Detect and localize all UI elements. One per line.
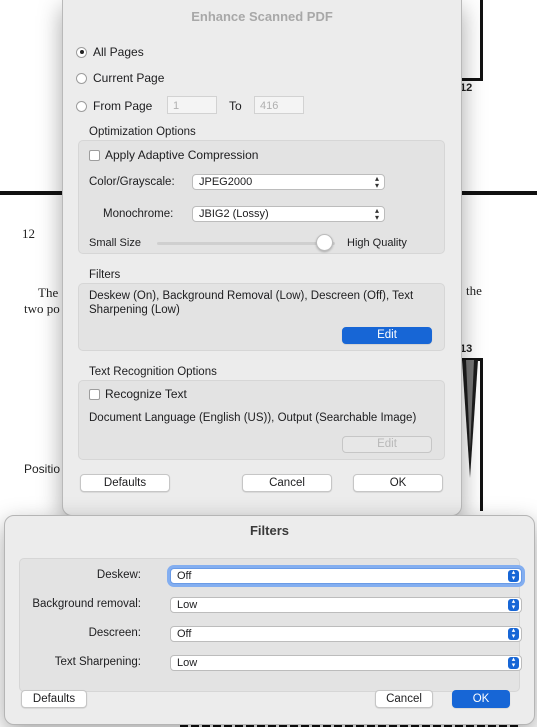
deskew-popup[interactable]: Off ▴ ▾ bbox=[170, 568, 522, 584]
filters-dialog-title: Filters bbox=[249, 523, 289, 538]
color-grayscale-value: JPEG2000 bbox=[199, 176, 253, 188]
quality-slider-track[interactable] bbox=[157, 242, 335, 245]
color-grayscale-label: Color/Grayscale: bbox=[89, 176, 175, 188]
color-grayscale-popup[interactable]: JPEG2000 ▴ ▾ bbox=[192, 174, 385, 190]
cancel-button[interactable]: Cancel bbox=[242, 474, 332, 492]
popup-arrows-icon: ▴ ▾ bbox=[374, 174, 379, 190]
doc-page-number-left: 12 bbox=[22, 226, 35, 241]
enhance-scanned-pdf-dialog: Enhance Scanned PDF All Pages Current Pa… bbox=[62, 0, 462, 516]
popup-arrows-icon: ▴ ▾ bbox=[374, 206, 379, 222]
filters-dialog: Filters Deskew: Off ▴ ▾ Background remova… bbox=[4, 515, 535, 725]
adaptive-compression-checkbox-row[interactable]: Apply Adaptive Compression bbox=[89, 148, 258, 162]
defaults-button[interactable]: Defaults bbox=[80, 474, 170, 492]
descreen-label: Descreen: bbox=[88, 627, 141, 639]
filters-cancel-button[interactable]: Cancel bbox=[375, 690, 433, 708]
filters-options-group: Deskew: Off ▴ ▾ Background removal: Low ▴… bbox=[19, 558, 522, 692]
radio-all-pages[interactable]: All Pages bbox=[76, 45, 144, 59]
optimization-group: Apply Adaptive Compression Color/Graysca… bbox=[78, 140, 445, 254]
from-page-input[interactable]: 1 bbox=[167, 96, 217, 114]
text-recognition-group: Recognize Text Document Language (Englis… bbox=[78, 380, 445, 460]
filters-group: Deskew (On), Background Removal (Low), D… bbox=[78, 283, 445, 351]
doc-text-the-right: the bbox=[466, 283, 482, 298]
ok-button[interactable]: OK bbox=[353, 474, 443, 492]
filters-section-label: Filters bbox=[89, 269, 121, 281]
descreen-value: Off bbox=[177, 628, 192, 640]
text-sharpening-value: Low bbox=[177, 657, 198, 669]
filters-defaults-button[interactable]: Defaults bbox=[21, 690, 87, 708]
recognize-text-checkbox-row[interactable]: Recognize Text bbox=[89, 387, 187, 401]
background-removal-value: Low bbox=[177, 599, 198, 611]
filters-edit-button[interactable]: Edit bbox=[342, 327, 432, 344]
quality-slider-knob[interactable] bbox=[316, 234, 333, 251]
radio-from-page[interactable]: From Page bbox=[76, 99, 152, 113]
popup-arrows-icon: ▴ ▾ bbox=[508, 656, 519, 669]
radio-current-page[interactable]: Current Page bbox=[76, 71, 164, 85]
descreen-popup[interactable]: Off ▴ ▾ bbox=[170, 626, 522, 642]
doc-figure-triangle bbox=[462, 360, 478, 478]
radio-label-current-page: Current Page bbox=[93, 71, 165, 85]
doc-figure-frame-top bbox=[460, 0, 483, 81]
filters-ok-button[interactable]: OK bbox=[452, 690, 510, 708]
background-removal-popup[interactable]: Low ▴ ▾ bbox=[170, 597, 522, 613]
monochrome-value: JBIG2 (Lossy) bbox=[199, 208, 269, 220]
adaptive-compression-label: Apply Adaptive Compression bbox=[105, 148, 259, 162]
text-sharpening-label: Text Sharpening: bbox=[54, 656, 141, 668]
text-sharpening-popup[interactable]: Low ▴ ▾ bbox=[170, 655, 522, 671]
recognize-text-checkbox[interactable] bbox=[89, 388, 100, 400]
deskew-label: Deskew: bbox=[96, 569, 141, 581]
popup-arrows-icon: ▴ ▾ bbox=[508, 569, 519, 582]
dialog-title: Enhance Scanned PDF bbox=[191, 9, 333, 24]
to-label: To bbox=[229, 99, 242, 113]
background-removal-label: Background removal: bbox=[32, 598, 141, 610]
popup-arrows-icon: ▴ ▾ bbox=[508, 627, 519, 640]
to-page-input[interactable]: 416 bbox=[254, 96, 304, 114]
monochrome-label: Monochrome: bbox=[103, 208, 174, 220]
optimization-section-label: Optimization Options bbox=[89, 126, 196, 138]
deskew-value: Off bbox=[177, 570, 192, 582]
radio-label-all-pages: All Pages bbox=[93, 45, 144, 59]
popup-arrows-icon: ▴ ▾ bbox=[508, 598, 519, 611]
radio-button[interactable] bbox=[76, 72, 87, 84]
radio-button[interactable] bbox=[76, 100, 87, 112]
doc-text-the-left: The bbox=[38, 285, 59, 300]
text-recognition-summary: Document Language (English (US)), Output… bbox=[89, 412, 417, 424]
recognize-text-label: Recognize Text bbox=[105, 387, 187, 401]
high-quality-label: High Quality bbox=[347, 237, 407, 249]
radio-label-from-page: From Page bbox=[93, 99, 153, 113]
monochrome-popup[interactable]: JBIG2 (Lossy) ▴ ▾ bbox=[192, 206, 385, 222]
small-size-label: Small Size bbox=[89, 237, 141, 249]
text-recognition-section-label: Text Recognition Options bbox=[89, 366, 217, 378]
doc-text-position: Positio bbox=[24, 462, 61, 476]
radio-button-selected[interactable] bbox=[76, 46, 87, 58]
adaptive-compression-checkbox[interactable] bbox=[89, 149, 100, 161]
text-recognition-edit-button[interactable]: Edit bbox=[342, 436, 432, 453]
doc-text-two-po: two po bbox=[24, 301, 60, 316]
filters-summary: Deskew (On), Background Removal (Low), D… bbox=[89, 290, 414, 316]
